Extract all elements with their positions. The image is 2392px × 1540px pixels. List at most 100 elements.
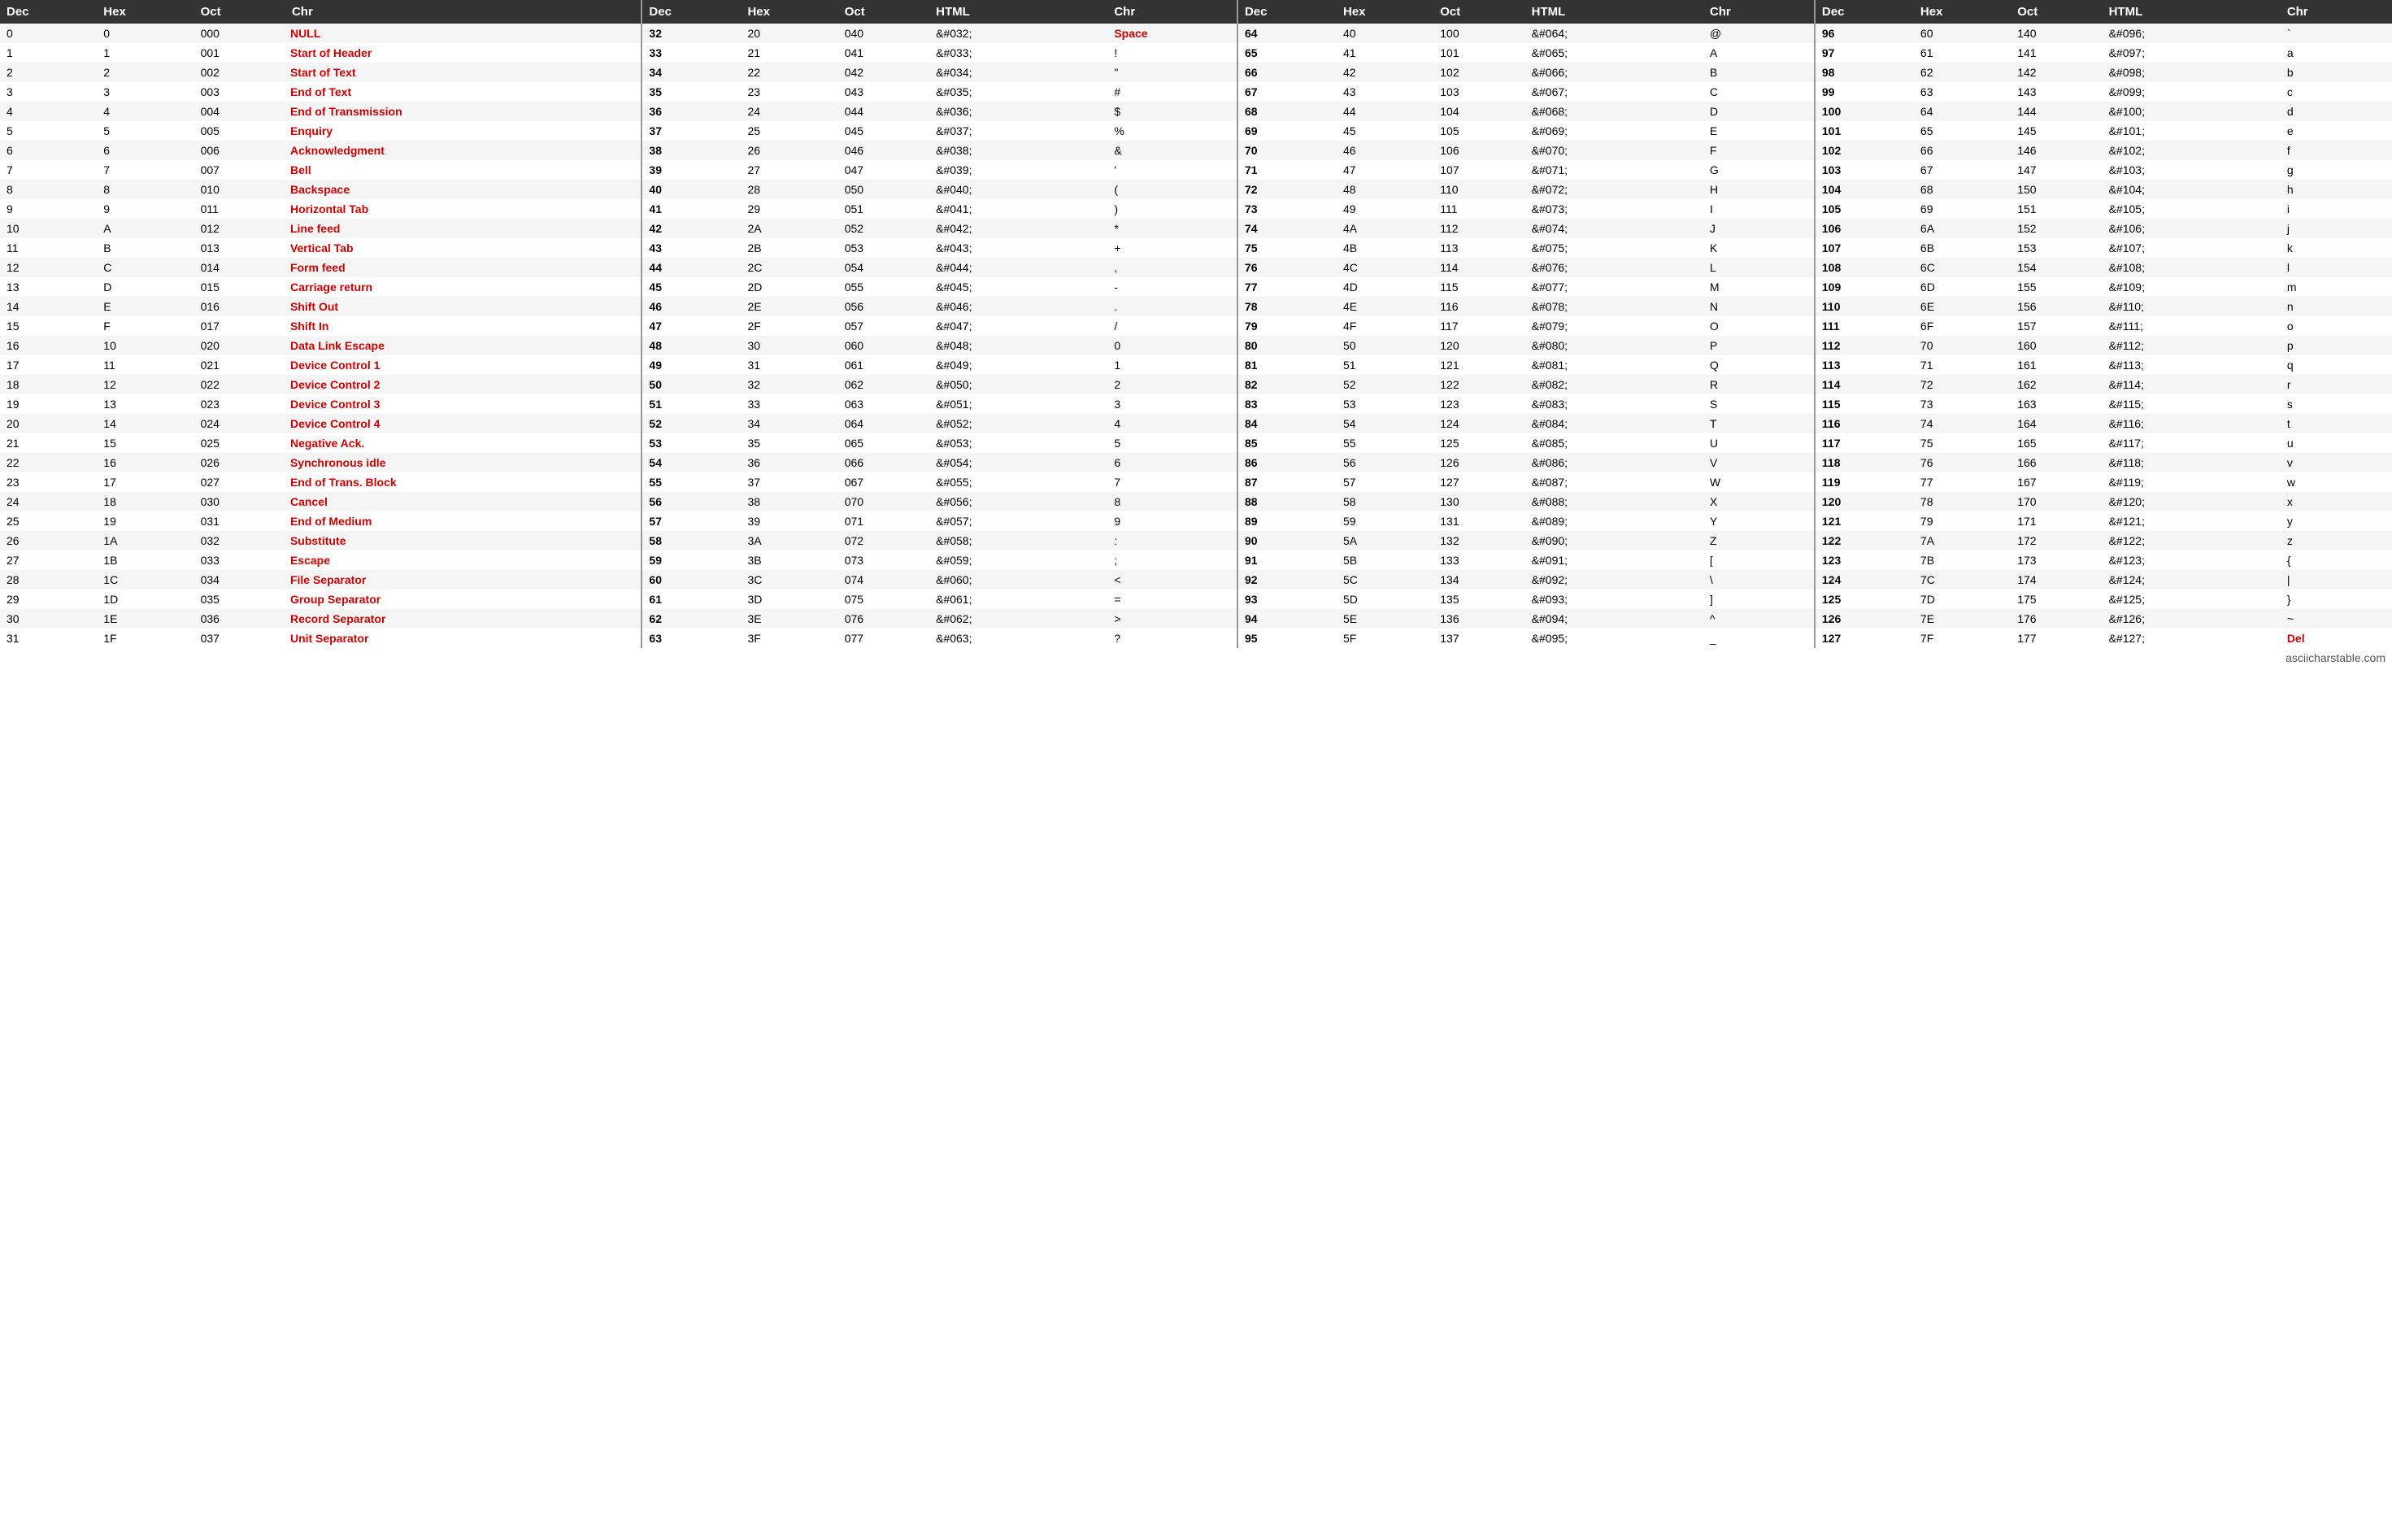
header-chr1: Chr <box>285 0 641 24</box>
cell: 3 <box>97 82 194 102</box>
cell: Start of Header <box>285 43 641 63</box>
cell: 31 <box>741 355 837 375</box>
cell: B <box>1703 63 1815 82</box>
cell: q <box>2281 355 2392 375</box>
cell: 79 <box>1914 511 2011 531</box>
cell: 0 <box>97 24 194 43</box>
cell: 124 <box>1815 570 1914 589</box>
cell: 175 <box>2011 589 2102 609</box>
table-row: 33003End of Text3523043&#035;#6743103&#0… <box>0 82 2392 102</box>
cell: 40 <box>641 180 741 199</box>
cell: &#074; <box>1525 219 1703 238</box>
cell: 21 <box>0 433 97 453</box>
cell: 7 <box>97 160 194 180</box>
cell: 102 <box>1815 141 1914 160</box>
cell: 34 <box>741 414 837 433</box>
cell: 82 <box>1237 375 1337 394</box>
cell: 114 <box>1433 258 1524 277</box>
cell: &#040; <box>929 180 1107 199</box>
cell: 044 <box>838 102 929 121</box>
cell: 114 <box>1815 375 1914 394</box>
cell: 32 <box>641 24 741 43</box>
cell: 102 <box>1433 63 1524 82</box>
cell: 121 <box>1433 355 1524 375</box>
cell: &#109; <box>2103 277 2281 297</box>
cell: &#059; <box>929 550 1107 570</box>
cell: 022 <box>194 375 285 394</box>
cell: _ <box>1703 629 1815 648</box>
cell: 164 <box>2011 414 2102 433</box>
cell: Device Control 3 <box>285 394 641 414</box>
cell: 042 <box>838 63 929 82</box>
cell: End of Text <box>285 82 641 102</box>
cell: &#091; <box>1525 550 1703 570</box>
cell: 057 <box>838 316 929 336</box>
cell: v <box>2281 453 2392 472</box>
cell: 3B <box>741 550 837 570</box>
cell: &#114; <box>2103 375 2281 394</box>
cell: 52 <box>1337 375 1433 394</box>
cell: &#084; <box>1525 414 1703 433</box>
cell: &#042; <box>929 219 1107 238</box>
cell: 21 <box>741 43 837 63</box>
cell: &#080; <box>1525 336 1703 355</box>
table-row: 12C014Form feed442C054&#044;,764C114&#07… <box>0 258 2392 277</box>
cell: f <box>2281 141 2392 160</box>
cell: 18 <box>0 375 97 394</box>
cell: 171 <box>2011 511 2102 531</box>
cell: 2F <box>741 316 837 336</box>
cell: w <box>2281 472 2392 492</box>
cell: 30 <box>741 336 837 355</box>
cell: 91 <box>1237 550 1337 570</box>
cell: 132 <box>1433 531 1524 550</box>
cell: &#099; <box>2103 82 2281 102</box>
cell: &#111; <box>2103 316 2281 336</box>
cell: 44 <box>1337 102 1433 121</box>
cell: &#076; <box>1525 258 1703 277</box>
cell: 031 <box>194 511 285 531</box>
cell: &#127; <box>2103 629 2281 648</box>
cell: 41 <box>641 199 741 219</box>
cell: &#038; <box>929 141 1107 160</box>
cell: &#121; <box>2103 511 2281 531</box>
cell: o <box>2281 316 2392 336</box>
cell: 54 <box>641 453 741 472</box>
cell: 62 <box>1914 63 2011 82</box>
cell: &#065; <box>1525 43 1703 63</box>
cell: 62 <box>641 609 741 629</box>
cell: # <box>1107 82 1237 102</box>
cell: &#068; <box>1525 102 1703 121</box>
table-row: 311F037Unit Separator633F077&#063;?955F1… <box>0 629 2392 648</box>
cell: 2D <box>741 277 837 297</box>
cell: 5 <box>0 121 97 141</box>
cell: 062 <box>838 375 929 394</box>
cell: 6B <box>1914 238 2011 258</box>
cell: u <box>2281 433 2392 453</box>
cell: 39 <box>741 511 837 531</box>
cell: 070 <box>838 492 929 511</box>
cell: 94 <box>1237 609 1337 629</box>
table-row: 2317027End of Trans. Block5537067&#055;7… <box>0 472 2392 492</box>
cell: &#064; <box>1525 24 1703 43</box>
cell: 67 <box>1914 160 2011 180</box>
cell: 074 <box>838 570 929 589</box>
cell: 76 <box>1237 258 1337 277</box>
cell: &#039; <box>929 160 1107 180</box>
cell: 150 <box>2011 180 2102 199</box>
cell: &#110; <box>2103 297 2281 316</box>
cell: R <box>1703 375 1815 394</box>
cell: 42 <box>641 219 741 238</box>
cell: 72 <box>1914 375 2011 394</box>
cell: 29 <box>741 199 837 219</box>
cell: 42 <box>1337 63 1433 82</box>
cell: &#073; <box>1525 199 1703 219</box>
cell: 035 <box>194 589 285 609</box>
cell: 98 <box>1815 63 1914 82</box>
cell: 53 <box>1337 394 1433 414</box>
cell: 15 <box>0 316 97 336</box>
cell: &#101; <box>2103 121 2281 141</box>
table-row: 15F017Shift In472F057&#047;/794F117&#079… <box>0 316 2392 336</box>
header-html2: HTML <box>929 0 1107 24</box>
cell: } <box>2281 589 2392 609</box>
table-row: 1812022Device Control 25032062&#050;2825… <box>0 375 2392 394</box>
